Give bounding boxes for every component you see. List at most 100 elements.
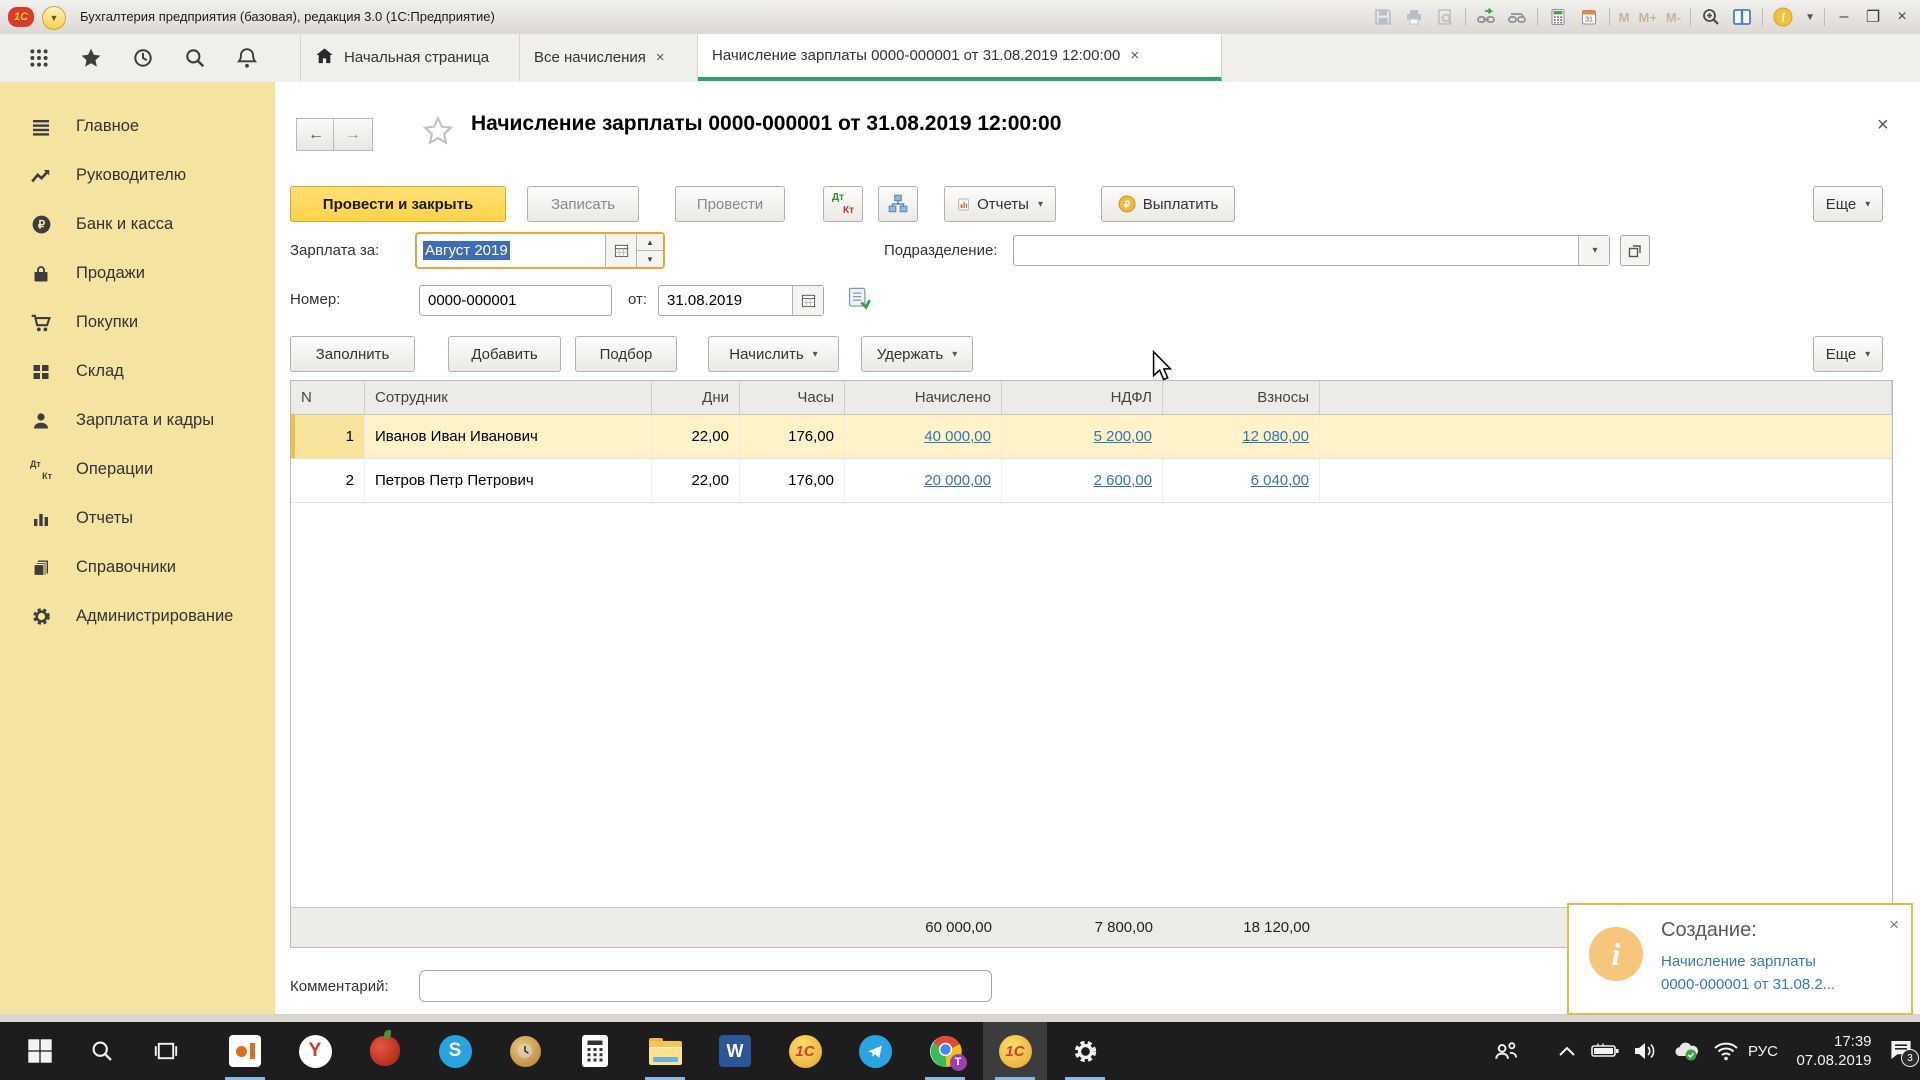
tray-language-indicator[interactable]: РУС <box>1740 1022 1786 1080</box>
more-button-table[interactable]: Еще▾ <box>1813 336 1883 372</box>
ndfl-link[interactable]: 5 200,00 <box>1094 428 1152 445</box>
app-calculator[interactable] <box>563 1022 627 1080</box>
minimize-button[interactable]: – <box>1834 8 1854 26</box>
info-icon[interactable]: i <box>1772 6 1794 28</box>
restore-button[interactable]: ❐ <box>1863 7 1883 27</box>
write-button[interactable]: Записать <box>527 186 639 222</box>
favorites-star-icon[interactable] <box>80 47 102 69</box>
column-header[interactable]: N <box>291 381 365 414</box>
sidebar-item-administration[interactable]: Администрирование <box>0 592 275 641</box>
print-icon[interactable] <box>1403 6 1425 28</box>
calculator-icon[interactable] <box>1547 6 1569 28</box>
close-window-button[interactable]: × <box>1892 8 1912 26</box>
tray-onedrive-icon[interactable] <box>1666 1022 1706 1080</box>
more-button-top[interactable]: Еще▾ <box>1813 186 1883 222</box>
reports-button[interactable]: Отчеты▾ <box>944 186 1056 222</box>
sidebar-item-operations[interactable]: ДтКт Операции <box>0 445 275 494</box>
column-header[interactable]: НДФЛ <box>1002 381 1163 414</box>
period-spinner[interactable]: ▲▼ <box>636 234 663 267</box>
accrued-link[interactable]: 40 000,00 <box>924 428 991 445</box>
date-field[interactable]: 31.08.2019 <box>658 285 824 316</box>
memory-button[interactable]: M <box>1619 10 1630 25</box>
open-department-button[interactable] <box>1620 235 1650 266</box>
tray-hidden-icons-chevron[interactable] <box>1552 1022 1582 1080</box>
app-apple[interactable] <box>353 1022 417 1080</box>
split-view-icon[interactable] <box>1731 6 1753 28</box>
post-and-close-button[interactable]: Провести и закрыть <box>290 186 506 222</box>
sidebar-item-warehouse[interactable]: Склад <box>0 347 275 396</box>
task-view-icon[interactable] <box>140 1022 192 1080</box>
zoom-in-icon[interactable] <box>1700 6 1722 28</box>
salary-period-value[interactable]: Август 2019 <box>423 241 510 260</box>
sidebar-item-salary-hr[interactable]: Зарплата и кадры <box>0 396 275 445</box>
app-orange-document[interactable] <box>213 1022 277 1080</box>
ndfl-link[interactable]: 2 600,00 <box>1094 472 1152 489</box>
column-header[interactable]: Дни <box>652 381 740 414</box>
tab-close-icon[interactable]: × <box>1130 47 1139 64</box>
tab-close-icon[interactable]: × <box>656 49 665 66</box>
sidebar-item-sales[interactable]: Продажи <box>0 249 275 298</box>
number-field[interactable]: 0000-000001 <box>419 285 612 316</box>
notifications-bell-icon[interactable] <box>236 47 258 69</box>
app-yandex-browser[interactable]: Y <box>283 1022 347 1080</box>
app-1c[interactable]: 1С <box>773 1022 837 1080</box>
document-structure-button[interactable] <box>878 186 918 222</box>
post-button[interactable]: Провести <box>675 186 785 222</box>
table-row[interactable]: 2 Петров Петр Петрович 22,00 176,00 20 0… <box>291 459 1892 503</box>
taskbar-search-icon[interactable] <box>76 1022 128 1080</box>
preview-icon[interactable] <box>1434 6 1456 28</box>
sidebar-item-manager[interactable]: Руководителю <box>0 151 275 200</box>
tab-salary-accrual[interactable]: Начисление зарплаты 0000-000001 от 31.08… <box>698 34 1222 81</box>
column-header[interactable]: Часы <box>740 381 845 414</box>
contributions-link[interactable]: 12 080,00 <box>1242 428 1309 445</box>
combo-dropdown-icon[interactable]: ▾ <box>1578 236 1609 265</box>
pick-button[interactable]: Подбор <box>575 336 677 372</box>
notification-link[interactable]: 0000-000001 от 31.08.2... <box>1661 976 1835 993</box>
1c-logo-icon[interactable]: 1С <box>8 7 34 27</box>
column-header[interactable]: Взносы <box>1163 381 1320 414</box>
calendar-picker-icon[interactable] <box>792 286 823 315</box>
save-icon[interactable] <box>1372 6 1394 28</box>
favorite-star-icon[interactable] <box>423 116 453 151</box>
close-document-icon[interactable]: × <box>1877 114 1889 137</box>
main-menu-chevron-icon[interactable]: ▼ <box>42 6 66 30</box>
calendar-picker-icon[interactable] <box>605 234 636 267</box>
memory-plus-button[interactable]: M+ <box>1639 10 1657 25</box>
history-icon[interactable] <box>132 47 154 69</box>
accrued-link[interactable]: 20 000,00 <box>924 472 991 489</box>
notification-link[interactable]: Начисление зарплаты <box>1661 953 1816 970</box>
app-clock-gold[interactable] <box>493 1022 557 1080</box>
sidebar-item-purchases[interactable]: Покупки <box>0 298 275 347</box>
app-file-explorer[interactable] <box>633 1022 697 1080</box>
search-icon[interactable] <box>184 47 206 69</box>
apps-grid-icon[interactable] <box>28 47 50 69</box>
add-button[interactable]: Добавить <box>448 336 561 372</box>
calendar-icon[interactable]: 31 <box>1578 6 1600 28</box>
tray-battery-icon[interactable] <box>1586 1022 1624 1080</box>
tray-people-icon[interactable] <box>1484 1022 1528 1080</box>
nav-back-button[interactable]: ← <box>296 118 336 151</box>
fill-button[interactable]: Заполнить <box>290 336 415 372</box>
info-dropdown-icon[interactable]: ▼ <box>1805 12 1815 23</box>
sidebar-item-reports[interactable]: Отчеты <box>0 494 275 543</box>
app-1c-active[interactable]: 1С <box>983 1022 1047 1080</box>
copy-link-icon[interactable] <box>1506 6 1528 28</box>
app-settings[interactable] <box>1053 1022 1117 1080</box>
withhold-button[interactable]: Удержать▾ <box>861 336 973 372</box>
department-field[interactable]: ▾ <box>1013 235 1610 266</box>
notification-close-icon[interactable]: × <box>1889 915 1899 935</box>
app-skype[interactable]: S <box>423 1022 487 1080</box>
sidebar-item-main[interactable]: Главное <box>0 102 275 151</box>
tray-clock[interactable]: 17:3907.08.2019 <box>1786 1022 1882 1080</box>
app-telegram[interactable] <box>843 1022 907 1080</box>
salary-period-field[interactable]: Август 2019 ▲▼ <box>415 232 665 269</box>
go-to-link-icon[interactable] <box>1475 6 1497 28</box>
column-header[interactable]: Сотрудник <box>365 381 652 414</box>
tray-wifi-icon[interactable] <box>1708 1022 1744 1080</box>
tray-volume-icon[interactable] <box>1626 1022 1664 1080</box>
sidebar-item-directories[interactable]: Справочники <box>0 543 275 592</box>
memory-minus-button[interactable]: M- <box>1666 10 1681 25</box>
pay-button[interactable]: ₽ Выплатить <box>1101 186 1235 222</box>
contributions-link[interactable]: 6 040,00 <box>1251 472 1309 489</box>
start-button[interactable] <box>14 1022 66 1080</box>
